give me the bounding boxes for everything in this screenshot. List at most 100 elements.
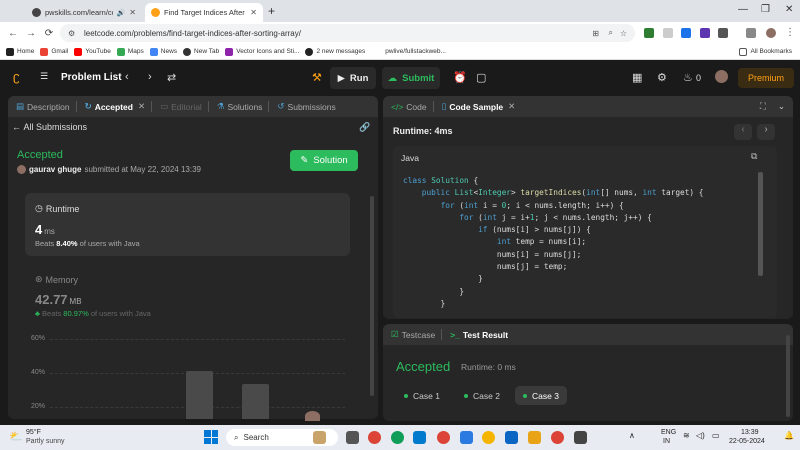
browser-tab-pwskills[interactable]: pwskills.com/learn/course/... 🔊 ✕ bbox=[26, 3, 142, 22]
timer-icon[interactable]: ⏰ bbox=[453, 71, 467, 84]
url-field[interactable]: ⚙ leetcode.com/problems/find-target-indi… bbox=[60, 24, 635, 42]
new-tab-button[interactable]: + bbox=[268, 4, 275, 18]
chrome-icon[interactable] bbox=[482, 431, 495, 444]
bookmark-star-icon[interactable]: ☆ bbox=[620, 29, 627, 38]
maximize-panel-icon[interactable]: ⛶ bbox=[760, 101, 766, 112]
prev-problem-icon[interactable]: ‹ bbox=[125, 71, 129, 83]
taskbar-app-icon[interactable] bbox=[313, 431, 326, 444]
problem-list-link[interactable]: Problem List bbox=[61, 72, 122, 83]
solution-button[interactable]: ✎ Solution bbox=[290, 150, 358, 171]
all-submissions-link[interactable]: ← All Submissions bbox=[12, 122, 87, 132]
linkedin-icon[interactable] bbox=[505, 431, 518, 444]
bookmark-new-tab[interactable]: New Tab bbox=[183, 47, 219, 56]
tab-code[interactable]: </> Code bbox=[391, 102, 427, 112]
chrome-icon[interactable] bbox=[368, 431, 381, 444]
weather-temp[interactable]: 95°F bbox=[26, 429, 41, 436]
browser-tab-leetcode[interactable]: Find Target Indices After Sorting ✕ bbox=[145, 3, 263, 22]
language-indicator[interactable]: ENG bbox=[661, 429, 676, 436]
file-explorer-icon[interactable] bbox=[528, 431, 541, 444]
submit-button[interactable]: ☁ Submit bbox=[382, 67, 440, 89]
collapse-panel-icon[interactable]: ⌄ bbox=[778, 101, 785, 112]
minimize-icon[interactable]: — bbox=[738, 4, 748, 15]
zoom-icon[interactable]: ⌕ bbox=[609, 28, 613, 38]
copy-icon[interactable]: ⧉ bbox=[751, 151, 757, 162]
shuffle-icon[interactable]: ⇄ bbox=[167, 71, 176, 84]
tab-test-result[interactable]: >_ Test Result bbox=[450, 330, 508, 340]
extensions-puzzle-icon[interactable] bbox=[718, 28, 728, 38]
close-tab-icon[interactable]: ✕ bbox=[508, 101, 515, 112]
tab-editorial[interactable]: ▭ Editorial bbox=[160, 101, 202, 112]
language-region[interactable]: IN bbox=[663, 438, 670, 445]
forward-icon[interactable]: → bbox=[22, 28, 40, 39]
windows-start-icon[interactable] bbox=[204, 430, 218, 444]
translate-icon[interactable]: ⊞ bbox=[592, 29, 599, 38]
fire-streak-icon[interactable]: ♨ bbox=[683, 71, 693, 84]
edge-icon[interactable] bbox=[391, 431, 404, 444]
vscode-icon[interactable] bbox=[413, 431, 426, 444]
all-bookmarks[interactable]: All Bookmarks bbox=[739, 47, 792, 56]
tab-description[interactable]: ▤ Description bbox=[16, 101, 70, 112]
chat-icon[interactable] bbox=[460, 431, 473, 444]
clock-date[interactable]: 22-05-2024 bbox=[729, 438, 765, 445]
close-tab-icon[interactable]: ✕ bbox=[250, 8, 257, 17]
chrome-icon[interactable] bbox=[551, 431, 564, 444]
leetcode-logo-icon[interactable]: ʗ bbox=[13, 69, 20, 84]
settings-gear-icon[interactable]: ⚙ bbox=[657, 71, 667, 84]
tab-accepted[interactable]: ↻ Accepted ✕ bbox=[85, 101, 146, 112]
prev-sample-button[interactable]: ‹ bbox=[734, 124, 752, 140]
bookmark-gmail[interactable]: Gmail bbox=[40, 47, 68, 56]
user-avatar[interactable] bbox=[715, 70, 728, 83]
test-scrollbar[interactable] bbox=[786, 335, 790, 417]
tab-testcase[interactable]: ☑ Testcase bbox=[391, 329, 435, 340]
weather-icon[interactable]: ⛅ bbox=[9, 430, 23, 443]
show-hidden-icons-icon[interactable]: ∧ bbox=[629, 431, 635, 440]
notifications-icon[interactable]: 🔔 bbox=[784, 431, 794, 440]
bookmark-vector-icons[interactable]: Vector Icons and Sti... bbox=[225, 47, 299, 56]
premium-button[interactable]: Premium bbox=[738, 68, 794, 88]
tab-submissions[interactable]: ↺ Submissions bbox=[277, 101, 335, 112]
username[interactable]: gaurav ghuge bbox=[29, 165, 81, 174]
case-1-tab[interactable]: Case 1 bbox=[396, 386, 448, 405]
back-icon[interactable]: ← bbox=[4, 28, 22, 39]
bookmark-pwlive[interactable]: pwlive/fullstackweb... bbox=[385, 48, 446, 55]
extension-icon[interactable] bbox=[700, 28, 710, 38]
debug-icon[interactable]: ⚒ bbox=[312, 71, 322, 84]
chrome-icon[interactable] bbox=[437, 431, 450, 444]
notes-icon[interactable]: ▢ bbox=[476, 71, 486, 84]
memory-title[interactable]: ⊛ Memory bbox=[35, 274, 78, 285]
sidebar-icon[interactable] bbox=[746, 28, 756, 38]
bookmark-maps[interactable]: Maps bbox=[116, 47, 144, 56]
distribution-bar[interactable] bbox=[242, 384, 269, 419]
bookmark-news[interactable]: News bbox=[149, 47, 177, 56]
menu-dots-icon[interactable]: ⋮ bbox=[785, 27, 795, 38]
code-scrollbar[interactable] bbox=[758, 172, 763, 276]
weather-desc[interactable]: Partly sunny bbox=[26, 438, 65, 445]
case-2-tab[interactable]: Case 2 bbox=[456, 386, 508, 405]
taskbar-app-icon[interactable] bbox=[574, 431, 587, 444]
bookmark-home[interactable]: Home bbox=[6, 47, 34, 56]
extension-icon[interactable] bbox=[663, 28, 673, 38]
profile-avatar[interactable] bbox=[766, 28, 776, 38]
layout-icon[interactable]: ▦ bbox=[632, 71, 642, 84]
close-tab-icon[interactable]: ✕ bbox=[129, 8, 136, 17]
next-problem-icon[interactable]: › bbox=[148, 71, 152, 83]
case-3-tab[interactable]: Case 3 bbox=[515, 386, 567, 405]
link-icon[interactable]: 🔗 bbox=[359, 122, 370, 133]
reload-icon[interactable]: ⟳ bbox=[40, 28, 58, 39]
bookmark-messages[interactable]: 2 new messages bbox=[305, 47, 365, 56]
task-view-icon[interactable] bbox=[346, 431, 359, 444]
download-extension-icon[interactable] bbox=[644, 28, 654, 38]
next-sample-button[interactable]: › bbox=[757, 124, 775, 140]
maximize-icon[interactable]: ❐ bbox=[761, 4, 770, 15]
tab-solutions[interactable]: ⚗ Solutions bbox=[217, 101, 263, 112]
extension-icon[interactable] bbox=[681, 28, 691, 38]
battery-icon[interactable]: ▭ bbox=[712, 431, 720, 440]
clock-time[interactable]: 13:39 bbox=[741, 429, 759, 436]
code-content[interactable]: class Solution { public List<Integer> ta… bbox=[403, 175, 704, 310]
volume-icon[interactable]: ◁) bbox=[696, 431, 705, 440]
user-avatar[interactable] bbox=[17, 165, 26, 174]
wifi-icon[interactable]: ≋ bbox=[683, 431, 690, 440]
site-info-icon[interactable]: ⚙ bbox=[68, 29, 78, 38]
run-button[interactable]: ▶ Run bbox=[330, 67, 376, 89]
tab-code-sample[interactable]: ▯ Code Sample ✕ bbox=[442, 101, 516, 112]
